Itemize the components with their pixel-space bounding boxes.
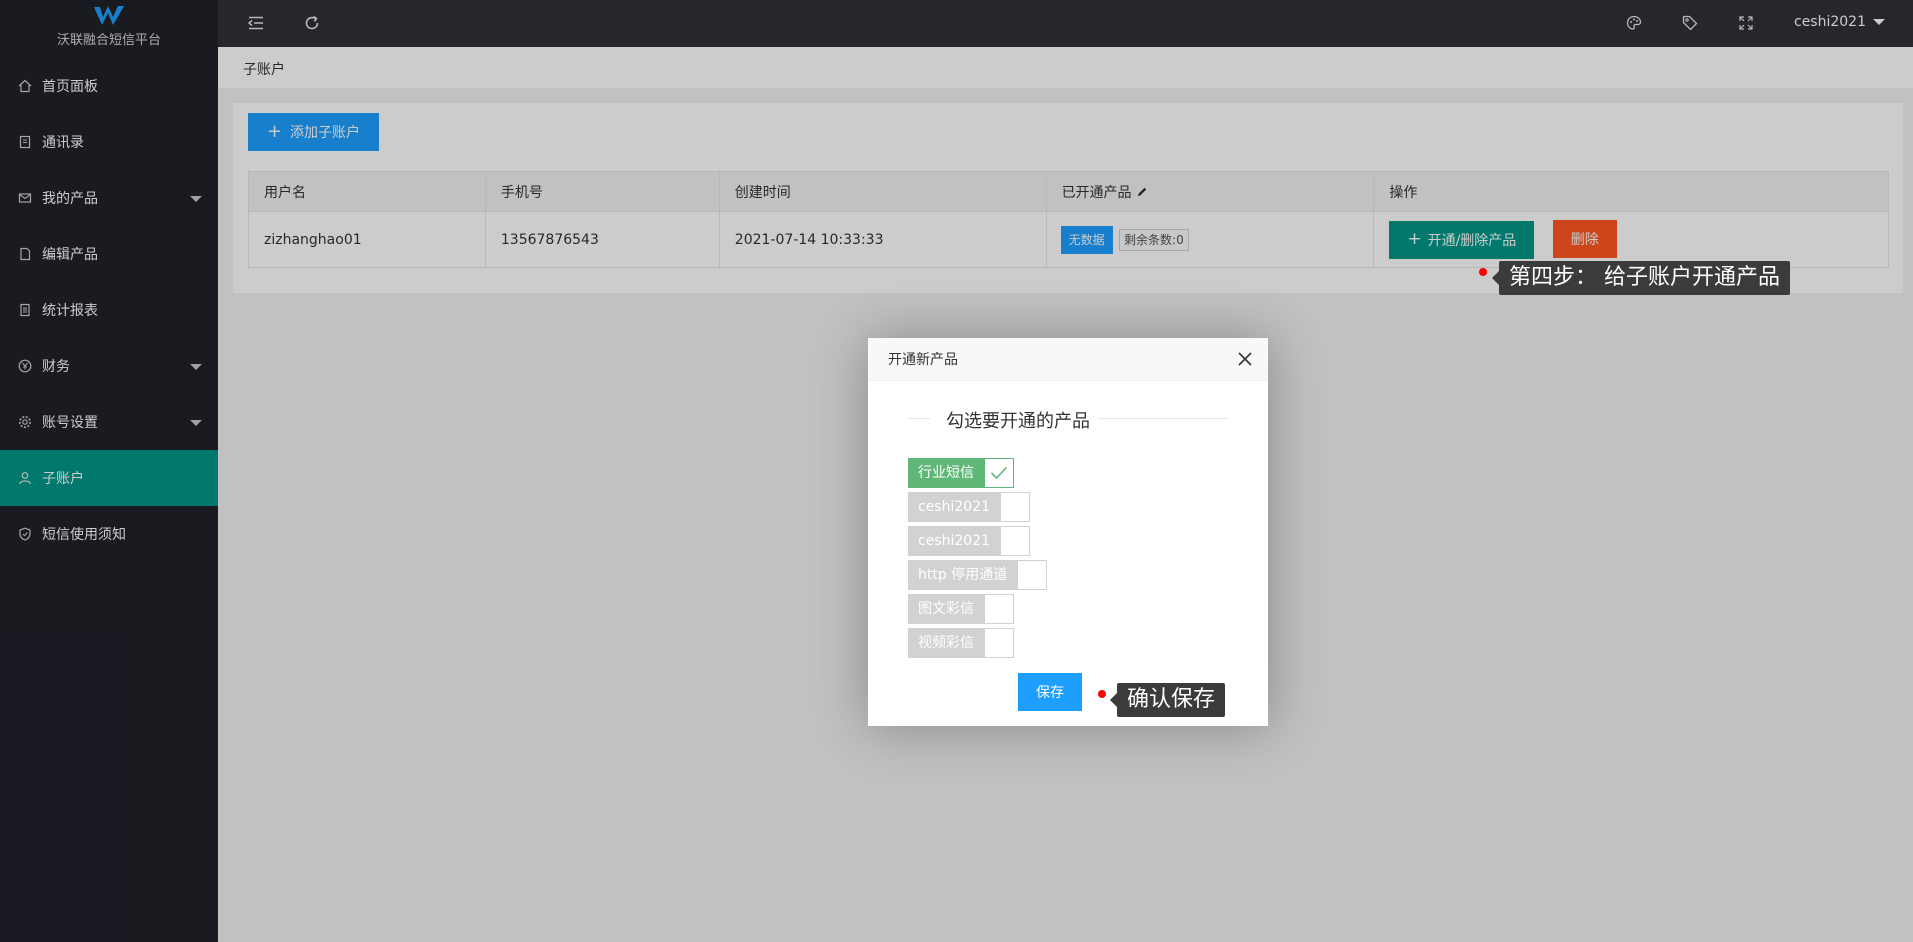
product-checkbox-ceshi2021-2[interactable]: ceshi2021 <box>908 526 1030 556</box>
annotation-dot <box>1098 690 1106 698</box>
annotation-dot <box>1479 268 1487 276</box>
product-checkbox-mms-video[interactable]: 视频彩信 <box>908 628 1014 658</box>
close-icon[interactable] <box>1236 350 1254 368</box>
product-fieldset-legend: 勾选要开通的产品 <box>908 407 1228 433</box>
save-button[interactable]: 保存 <box>1018 673 1082 711</box>
dialog-title: 开通新产品 <box>888 352 958 368</box>
product-checkbox-ceshi2021-1[interactable]: ceshi2021 <box>908 492 1030 522</box>
annotation-confirm: 确认保存 <box>1109 683 1226 717</box>
check-icon <box>990 466 1008 480</box>
dialog-header: 开通新产品 <box>868 338 1268 381</box>
product-checkbox-mms-image[interactable]: 图文彩信 <box>908 594 1014 624</box>
annotation-step4: 第四步： 给子账户开通产品 <box>1492 261 1790 295</box>
product-checkbox-industry-sms[interactable]: 行业短信 <box>908 458 1014 488</box>
open-product-dialog: 开通新产品 勾选要开通的产品 行业短信 ceshi2021 ceshi2021 … <box>868 338 1268 726</box>
product-checkbox-http-disabled[interactable]: http 停用通道 <box>908 560 1048 590</box>
